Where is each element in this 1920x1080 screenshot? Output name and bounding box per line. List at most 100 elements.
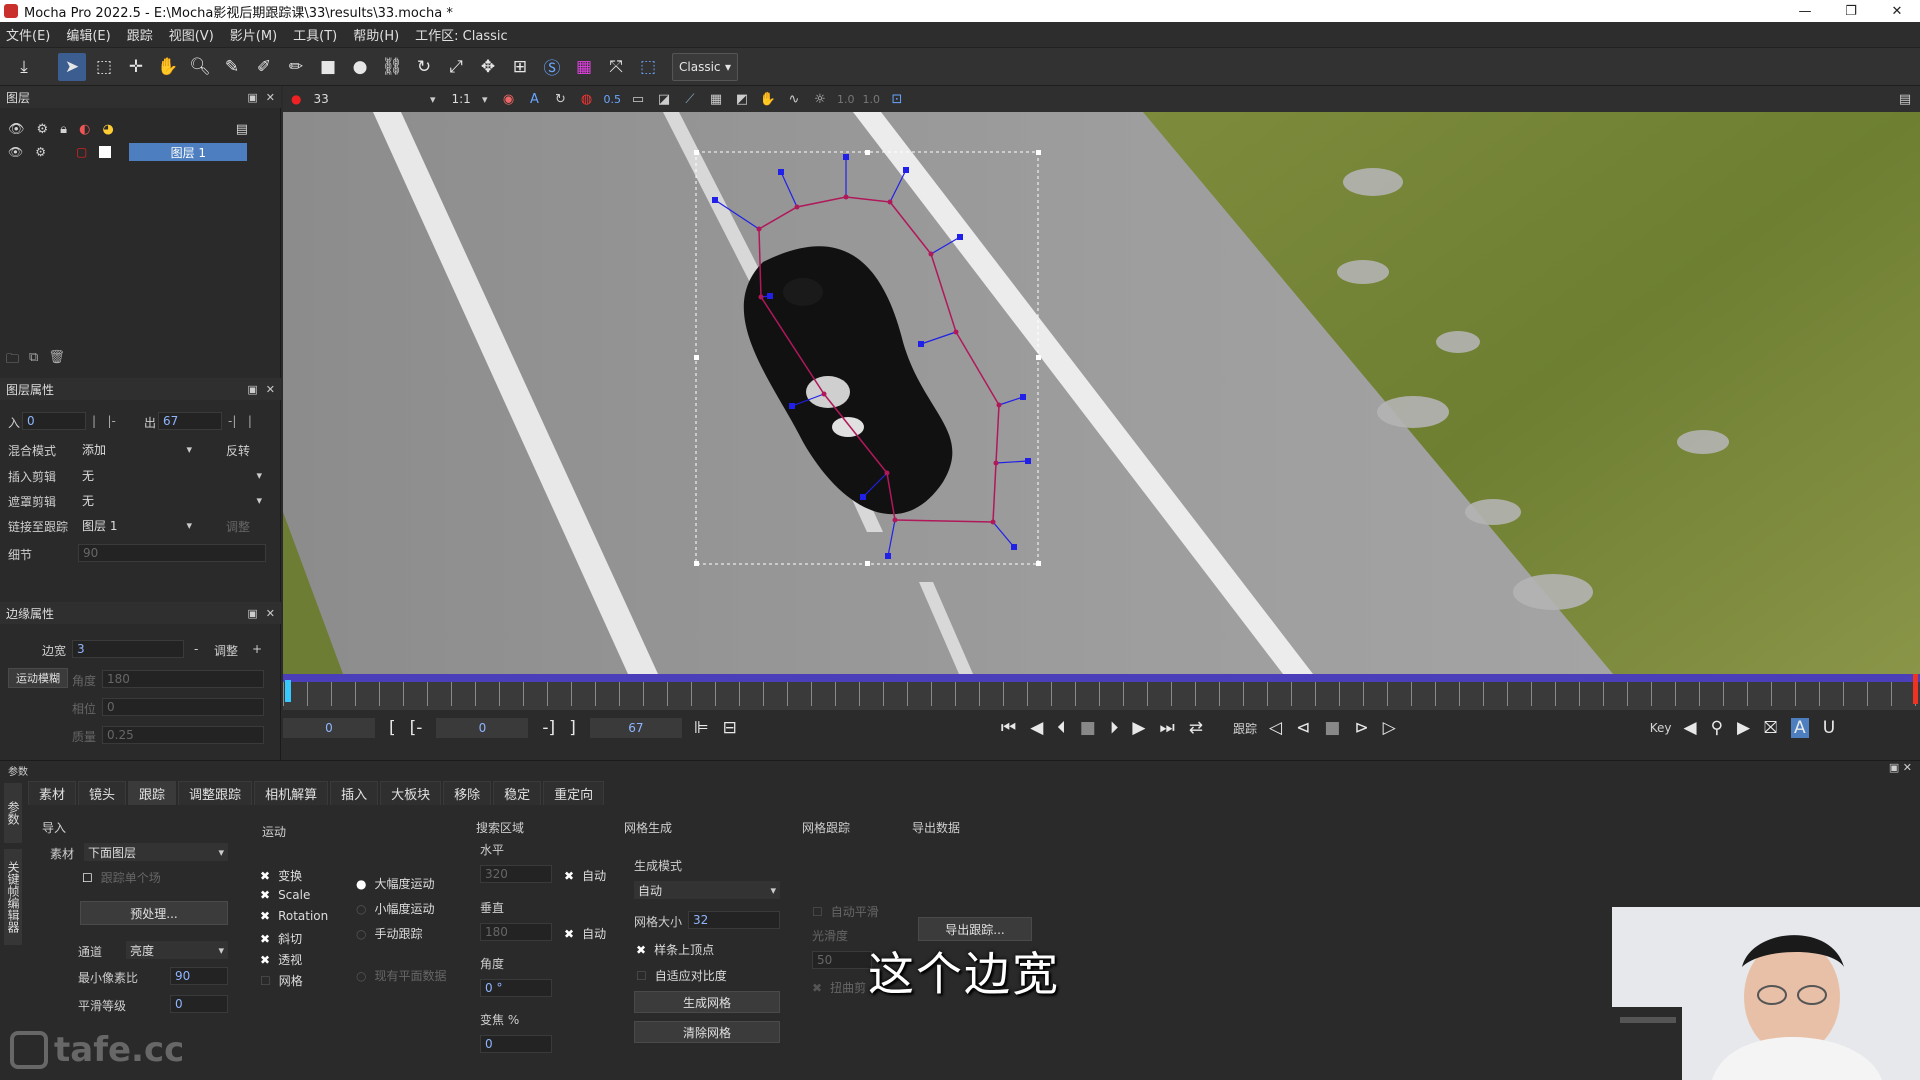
link-icon[interactable]: ⛓: [378, 53, 406, 81]
spline-vertex-checkbox[interactable]: ✖ 样条上顶点: [636, 941, 714, 958]
circle-icon[interactable]: ●: [346, 53, 374, 81]
edge-plus-button[interactable]: +: [252, 642, 262, 656]
horizontal-field[interactable]: 320: [480, 865, 552, 883]
first-frame-icon[interactable]: ⏮: [1001, 718, 1016, 738]
gen-mode-dropdown[interactable]: 自动: [634, 881, 780, 899]
menu-track[interactable]: 跟踪: [127, 25, 153, 44]
track-forward-icon[interactable]: ▷: [1383, 718, 1396, 738]
clip-dropdown[interactable]: 下面图层: [84, 843, 228, 861]
full-range-icon[interactable]: ⊟: [723, 718, 737, 738]
trash-icon[interactable]: 🗑︎: [48, 350, 65, 372]
large-motion-radio[interactable]: ● 大幅度运动: [356, 875, 435, 892]
set-in-icon[interactable]: [: [389, 718, 396, 738]
new-folder-icon[interactable]: 🗀: [6, 350, 19, 372]
smooth-field[interactable]: 0: [170, 995, 228, 1013]
adaptive-contrast-checkbox[interactable]: ☐ 自适应对比度: [636, 967, 727, 984]
brush-icon[interactable]: ✏: [282, 53, 310, 81]
small-motion-radio[interactable]: ○ 小幅度运动: [356, 900, 435, 917]
playhead-marker[interactable]: [285, 680, 291, 702]
detail-field[interactable]: 90: [78, 544, 266, 562]
zoom-icon[interactable]: 🔍︎: [186, 53, 214, 81]
translate-checkbox[interactable]: ✖ 变换: [260, 867, 302, 884]
matte-dropdown[interactable]: 无: [78, 491, 266, 509]
tab-remove[interactable]: 移除: [443, 781, 492, 805]
in-set-icon[interactable]: | |-: [92, 414, 116, 428]
menu-view[interactable]: 视图(V): [169, 25, 214, 44]
shear-checkbox[interactable]: ✖ 斜切: [260, 930, 302, 947]
viewer-menu-icon[interactable]: ▤: [1896, 90, 1914, 108]
monitor-icon[interactable]: ▭: [629, 90, 647, 108]
close-icon[interactable]: ✕: [266, 383, 275, 396]
next-key-icon[interactable]: ▶: [1737, 718, 1750, 738]
track-stop-icon[interactable]: ■: [1324, 718, 1340, 738]
menu-tools[interactable]: 工具(T): [293, 25, 337, 44]
play-icon[interactable]: ▶: [1132, 718, 1145, 738]
surface-icon[interactable]: ⬚: [634, 53, 662, 81]
edge-minus-button[interactable]: -: [194, 642, 198, 656]
in-field[interactable]: 0: [22, 412, 86, 430]
close-icon[interactable]: ✕: [266, 91, 275, 104]
manual-track-radio[interactable]: ○ 手动跟踪: [356, 925, 423, 942]
mesh-size-field[interactable]: 32: [688, 911, 780, 929]
refresh-icon[interactable]: ↻: [551, 90, 569, 108]
lock-icon[interactable]: 🔒︎: [60, 122, 67, 137]
float-icon[interactable]: ▣: [247, 383, 257, 396]
close-icon[interactable]: ✕: [266, 607, 275, 620]
brightness-icon[interactable]: ☼: [811, 90, 829, 108]
move-icon[interactable]: ✥: [474, 53, 502, 81]
tab-megaplate[interactable]: 大板块: [380, 781, 442, 805]
adjust-label[interactable]: 调整: [226, 518, 250, 535]
zoom-dropdown[interactable]: 1:1: [447, 90, 492, 108]
insert-dropdown[interactable]: 无: [78, 466, 266, 484]
float-icon[interactable]: ▣: [247, 607, 257, 620]
rect-icon[interactable]: ■: [314, 53, 342, 81]
add-key-icon[interactable]: ⚲: [1711, 718, 1723, 738]
edge-width-field[interactable]: 3: [72, 640, 184, 658]
viewer-canvas[interactable]: [283, 112, 1920, 674]
start-frame-field[interactable]: 0: [283, 718, 375, 738]
key-u-icon[interactable]: U: [1823, 718, 1835, 738]
params-window-controls[interactable]: ▣ ✕: [1889, 761, 1912, 774]
grid-checkbox[interactable]: ☐ 网格: [260, 972, 303, 989]
side-tab-keyframe-editor[interactable]: 关键帧编辑器: [4, 849, 22, 945]
hand-icon[interactable]: ✋: [154, 53, 182, 81]
color-icon[interactable]: ◐: [79, 122, 90, 137]
tab-camera-solve[interactable]: 相机解算: [254, 781, 329, 805]
add-point-icon[interactable]: ✛: [122, 53, 150, 81]
min-pixel-field[interactable]: 90: [170, 967, 228, 985]
xspline-icon[interactable]: ✐: [250, 53, 278, 81]
scale-checkbox[interactable]: ✖ Scale: [260, 888, 310, 902]
menu-workspace[interactable]: 工作区: Classic: [415, 25, 507, 44]
in-frame-field[interactable]: 0: [436, 718, 529, 738]
close-button[interactable]: ✕: [1874, 0, 1920, 22]
bspline-icon[interactable]: ✎: [218, 53, 246, 81]
go-in-icon[interactable]: [-: [410, 718, 423, 738]
preprocess-button[interactable]: 预处理...: [80, 901, 228, 925]
fit-icon[interactable]: ⤧: [602, 53, 630, 81]
tab-clip[interactable]: 素材: [28, 781, 77, 805]
prev-frame-icon[interactable]: ◀: [1030, 718, 1043, 738]
vertical-field[interactable]: 180: [480, 923, 552, 941]
tab-stabilize[interactable]: 稳定: [493, 781, 542, 805]
gain-value[interactable]: 1.0: [837, 93, 855, 106]
edge-adjust-button[interactable]: 调整: [214, 642, 238, 659]
restore-button[interactable]: ❐: [1828, 0, 1874, 22]
layer-row[interactable]: 👁︎ ⚙ ▢ 图层 1: [0, 142, 281, 162]
menu-movie[interactable]: 影片(M): [230, 25, 277, 44]
rotation-checkbox[interactable]: ✖ Rotation: [260, 909, 328, 923]
out-frame-field[interactable]: 67: [589, 718, 682, 738]
timeline-range[interactable]: [283, 674, 1920, 682]
motion-blur-button[interactable]: 运动模糊: [8, 668, 68, 688]
float-icon[interactable]: ▣: [247, 91, 257, 104]
menu-file[interactable]: 文件(E): [6, 25, 50, 44]
timeline-bar[interactable]: [283, 674, 1920, 710]
rgb-icon[interactable]: ◉: [499, 90, 517, 108]
zoom-field[interactable]: 0: [480, 1035, 552, 1053]
track-single-field-checkbox[interactable]: ☐ 跟踪单个场: [82, 869, 161, 886]
auto-smooth-checkbox[interactable]: ☐ 自动平滑: [812, 903, 879, 920]
select-icon[interactable]: ➤: [58, 52, 86, 81]
frame-dropdown[interactable]: 33: [309, 90, 440, 108]
step-back-icon[interactable]: ⏴: [1057, 718, 1066, 738]
eye-icon[interactable]: 👁︎: [8, 122, 25, 137]
tab-lens[interactable]: 镜头: [78, 781, 127, 805]
